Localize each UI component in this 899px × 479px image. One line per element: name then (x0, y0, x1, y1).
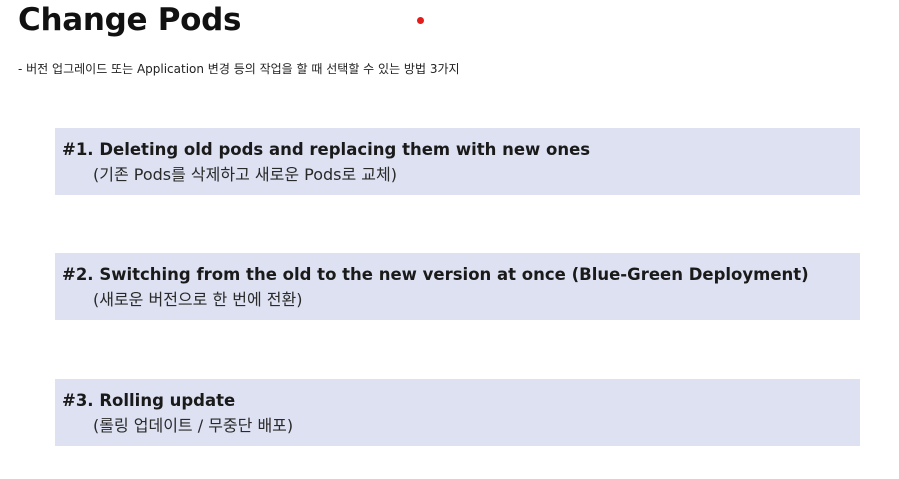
method-subtext: (롤링 업데이트 / 무중단 배포) (93, 416, 294, 435)
method-card-2: #2. Switching from the old to the new ve… (55, 253, 860, 320)
laser-pointer-dot (417, 17, 424, 24)
slide-title: Change Pods (18, 2, 242, 38)
method-heading: #3. Rolling update (62, 391, 236, 410)
slide-subtitle: - 버전 업그레이드 또는 Application 변경 등의 작업을 할 때 … (18, 62, 460, 76)
slide: Change Pods - 버전 업그레이드 또는 Application 변경… (0, 0, 899, 479)
method-heading: #2. Switching from the old to the new ve… (62, 265, 809, 284)
method-subtext: (새로운 버전으로 한 번에 전환) (93, 290, 303, 309)
method-card-1: #1. Deleting old pods and replacing them… (55, 128, 860, 195)
method-subtext: (기존 Pods를 삭제하고 새로운 Pods로 교체) (93, 165, 397, 184)
method-heading: #1. Deleting old pods and replacing them… (62, 140, 591, 159)
method-card-3: #3. Rolling update (롤링 업데이트 / 무중단 배포) (55, 379, 860, 446)
